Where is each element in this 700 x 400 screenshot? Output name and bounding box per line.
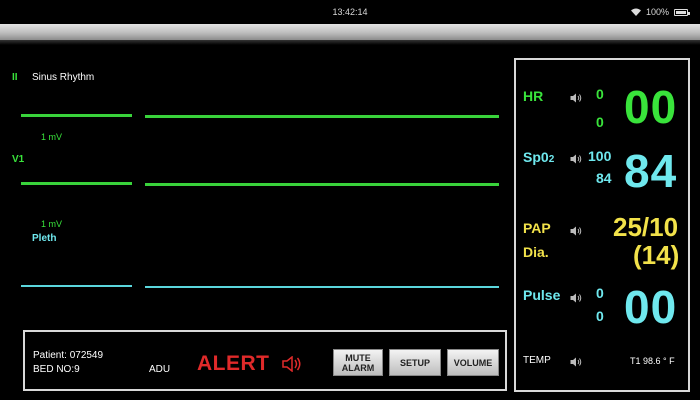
hr-lower-limit: 0 — [596, 114, 604, 130]
lead-ii-scale: 1 mV — [41, 132, 63, 142]
spo2-value: 84 — [624, 145, 678, 197]
spo2-alarm-speaker-icon[interactable] — [570, 151, 582, 169]
ecg-ii-trace-right — [145, 115, 499, 118]
pulse-value: 00 — [624, 281, 678, 333]
battery-percent: 100% — [645, 7, 669, 17]
status-icons: 100% — [630, 7, 690, 17]
alert-indicator: ALERT — [197, 352, 270, 375]
temp-alarm-speaker-icon[interactable] — [570, 354, 582, 372]
patient-control-panel: Patient: 072549 BED NO:9 ADU ALERT MUTE … — [23, 330, 507, 391]
temp-value: T1 98.6 ° F — [630, 356, 675, 366]
lead-v1-scale: 1 mV — [41, 219, 63, 229]
pap-label: PAP — [523, 220, 551, 236]
ecg-v1-trace-right — [145, 183, 499, 186]
pulse-upper-limit: 0 — [596, 285, 604, 301]
mute-alarm-button[interactable]: MUTE ALARM — [333, 349, 383, 376]
bed-number: BED NO:9 — [33, 364, 80, 375]
pulse-lower-limit: 0 — [596, 308, 604, 324]
vitals-panel: HR 0 0 00 Sp02 100 84 84 PAP Dia. 25/10 … — [514, 58, 690, 392]
spo2-upper-limit: 100 — [588, 148, 612, 164]
pap-alarm-speaker-icon[interactable] — [570, 223, 582, 241]
ecg-ii-trace-left — [21, 114, 132, 117]
pleth-trace-left — [21, 285, 132, 287]
alarm-speaker-icon[interactable] — [282, 355, 302, 377]
pleth-trace-right — [145, 286, 499, 288]
hr-upper-limit: 0 — [596, 86, 604, 102]
lead-ii-label: II — [12, 72, 18, 83]
pap-dia-label: Dia. — [523, 244, 549, 260]
status-bar: 13:42:14 100% — [0, 0, 700, 24]
rhythm-label: Sinus Rhythm — [32, 72, 95, 83]
wifi-icon — [630, 8, 641, 16]
spo2-lower-limit: 84 — [596, 170, 612, 186]
volume-button[interactable]: VOLUME — [447, 349, 499, 376]
pleth-label: Pleth — [32, 233, 57, 244]
pulse-label: Pulse — [523, 287, 561, 303]
hr-label: HR — [523, 88, 544, 104]
pap-value: 25/10 — [613, 212, 679, 242]
status-time: 13:42:14 — [332, 7, 368, 17]
patient-type: ADU — [149, 364, 171, 375]
temp-label: TEMP — [523, 355, 551, 366]
lead-v1-label: V1 — [12, 154, 25, 165]
hr-value: 00 — [624, 81, 678, 133]
hr-alarm-speaker-icon[interactable] — [570, 90, 582, 108]
spo2-label: Sp02 — [523, 149, 555, 165]
pulse-alarm-speaker-icon[interactable] — [570, 290, 582, 308]
app-top-bar — [0, 24, 700, 40]
pap-mean-value: (14) — [633, 240, 680, 270]
battery-icon — [674, 8, 690, 16]
patient-id: Patient: 072549 — [33, 350, 104, 361]
setup-button[interactable]: SETUP — [389, 349, 441, 376]
ecg-v1-trace-left — [21, 182, 132, 185]
